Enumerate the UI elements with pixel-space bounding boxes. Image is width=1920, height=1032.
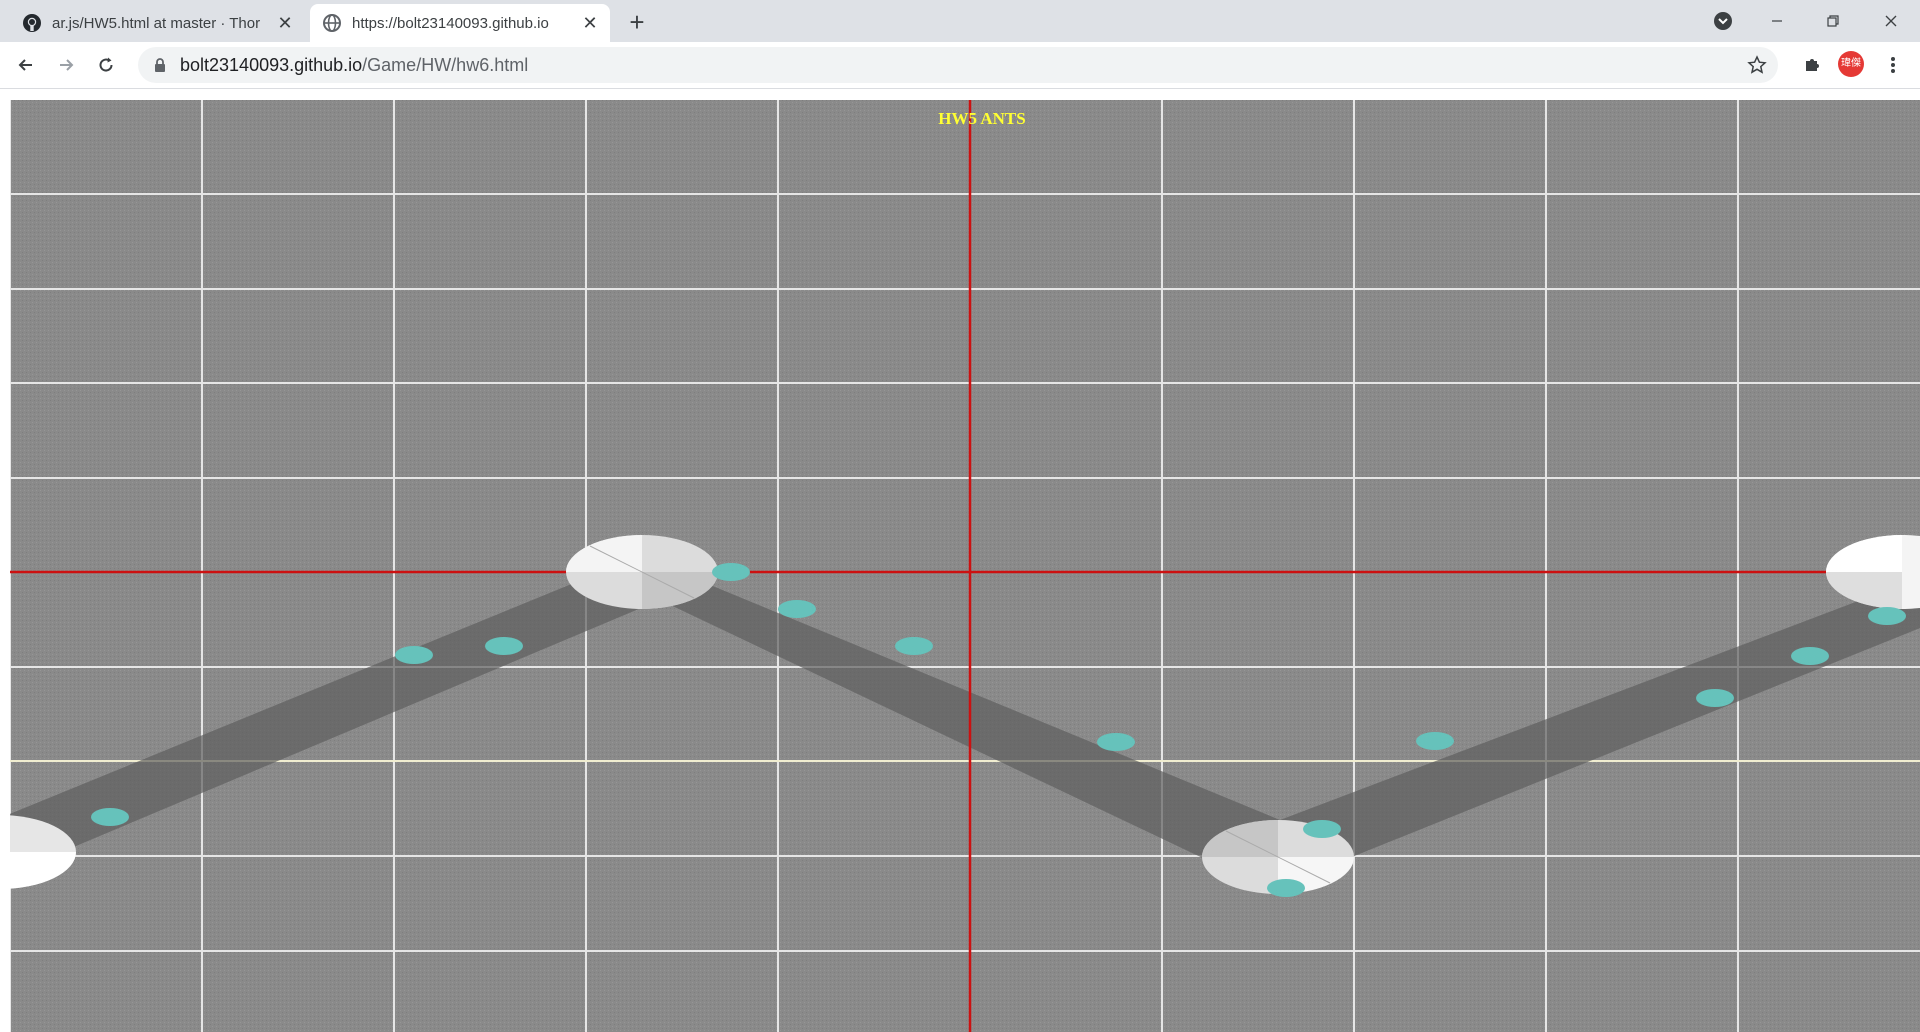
- address-bar[interactable]: bolt23140093.github.io/Game/HW/hw6.html: [138, 47, 1778, 83]
- close-window-button[interactable]: [1868, 0, 1914, 42]
- tab-strip: ar.js/HW5.html at master · Thor ✕ https:…: [0, 0, 1920, 42]
- waypoint-disc: [566, 535, 718, 609]
- restore-button[interactable]: [1810, 0, 1856, 42]
- arrow-right-icon: [60, 59, 74, 71]
- globe-icon: [322, 13, 342, 33]
- menu-kebab-icon[interactable]: [1878, 50, 1908, 80]
- minimize-button[interactable]: [1754, 0, 1800, 42]
- chevron-down-icon: [1714, 12, 1732, 30]
- ant: [1791, 647, 1829, 665]
- tab-title: https://bolt23140093.github.io: [352, 14, 549, 32]
- url-host: bolt23140093.github.io: [180, 54, 363, 75]
- page-title: HW5 ANTS: [938, 109, 1025, 128]
- bookmark-star-icon[interactable]: [1742, 50, 1772, 80]
- lock-icon[interactable]: [150, 58, 170, 72]
- ant: [1416, 732, 1454, 750]
- restore-icon: [1827, 15, 1839, 27]
- close-icon: [1885, 15, 1897, 27]
- back-button[interactable]: [10, 49, 42, 81]
- floor-background: [10, 100, 1920, 1032]
- new-tab-button[interactable]: +: [622, 8, 652, 38]
- extensions-puzzle-icon[interactable]: [1797, 50, 1827, 80]
- ant: [1696, 689, 1734, 707]
- ant: [778, 600, 816, 618]
- github-icon: [22, 13, 42, 33]
- page-viewport: HW5 ANTS: [0, 89, 1920, 1032]
- tab-hw6[interactable]: https://bolt23140093.github.io ✕: [310, 4, 610, 42]
- browser-toolbar: bolt23140093.github.io/Game/HW/hw6.html: [0, 42, 1920, 89]
- minimize-icon: [1772, 20, 1782, 22]
- profile-avatar[interactable]: 瑋傑: [1838, 51, 1864, 77]
- url-path: /Game/HW/hw6.html: [362, 54, 529, 75]
- ant: [485, 637, 523, 655]
- tab-search-button[interactable]: [1700, 0, 1746, 42]
- tab-title: ar.js/HW5.html at master · Thor: [52, 14, 261, 32]
- close-icon[interactable]: ✕: [275, 13, 295, 33]
- reload-button[interactable]: [90, 49, 122, 81]
- tab-github[interactable]: ar.js/HW5.html at master · Thor ✕: [10, 4, 305, 42]
- ant: [712, 563, 750, 581]
- game-canvas[interactable]: HW5 ANTS: [10, 100, 1920, 1032]
- ant: [91, 808, 129, 826]
- ant: [1303, 820, 1341, 838]
- ant: [1097, 733, 1135, 751]
- reload-icon: [99, 57, 113, 72]
- ant: [895, 637, 933, 655]
- arrow-left-icon: [18, 59, 32, 71]
- ant: [1267, 879, 1305, 897]
- ant: [395, 646, 433, 664]
- ant: [1868, 607, 1906, 625]
- close-icon[interactable]: ✕: [580, 13, 600, 33]
- url-text[interactable]: bolt23140093.github.io/Game/HW/hw6.html: [180, 55, 528, 76]
- forward-button[interactable]: [50, 49, 82, 81]
